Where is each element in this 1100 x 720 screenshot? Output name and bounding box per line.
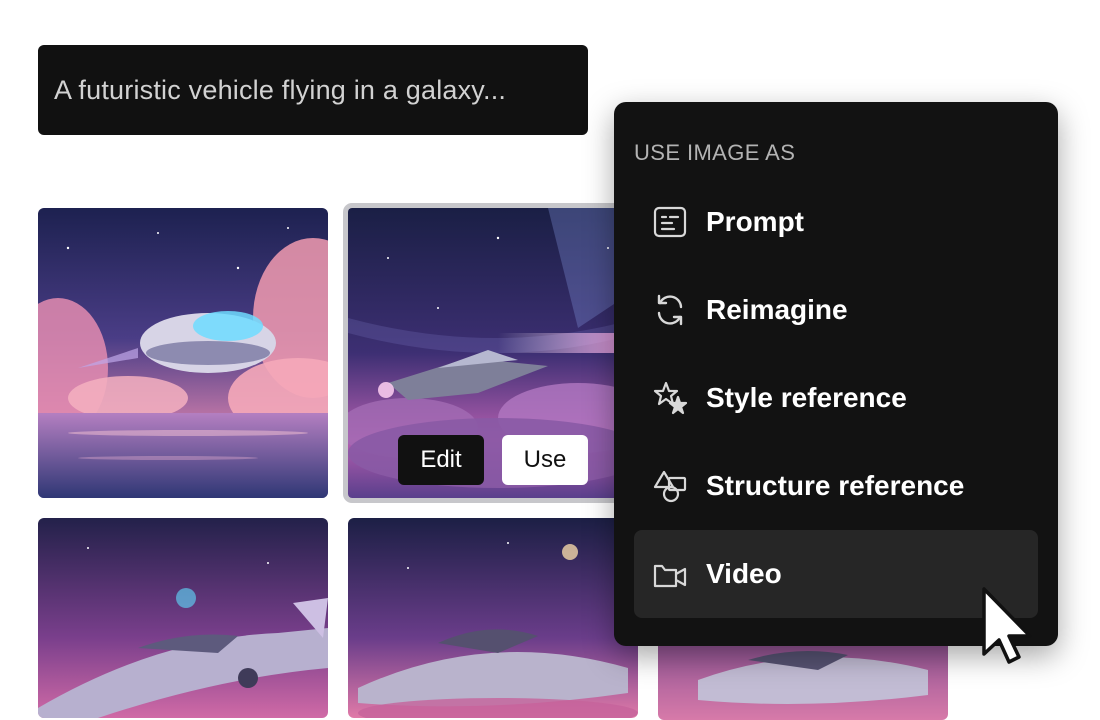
prompt-text: A futuristic vehicle flying in a galaxy.…: [54, 74, 507, 105]
menu-item-reimagine[interactable]: Reimagine: [634, 266, 1038, 354]
generated-image-1: [38, 208, 328, 498]
image-tile-4[interactable]: [348, 518, 638, 718]
menu-item-label: Prompt: [706, 206, 804, 237]
menu-item-label: Reimagine: [706, 294, 848, 325]
prompt-input[interactable]: A futuristic vehicle flying in a galaxy.…: [38, 45, 588, 135]
menu-item-structure-reference[interactable]: Structure reference: [634, 442, 1038, 530]
menu-item-label: Style reference: [706, 382, 907, 413]
use-button[interactable]: Use: [502, 435, 588, 485]
image-tile-1[interactable]: [38, 208, 328, 498]
menu-item-label: Video: [706, 558, 782, 589]
generated-image-4: [348, 518, 638, 718]
mouse-pointer-icon: [982, 587, 1032, 664]
prompt-icon: [652, 204, 688, 240]
generated-image-3: [38, 518, 328, 718]
image-tile-3[interactable]: [38, 518, 328, 718]
image-tile-selected[interactable]: Edit Use: [343, 203, 643, 503]
reimagine-icon: [652, 292, 688, 328]
use-image-as-menu: USE IMAGE AS Prompt Reimagine Style refe…: [614, 102, 1058, 646]
menu-item-video[interactable]: Video: [634, 530, 1038, 618]
menu-heading: USE IMAGE AS: [634, 140, 796, 165]
structure-reference-icon: [652, 468, 688, 504]
style-reference-icon: [652, 380, 688, 416]
menu-item-prompt[interactable]: Prompt: [634, 178, 1038, 266]
video-icon: [652, 556, 688, 592]
edit-button[interactable]: Edit: [398, 435, 484, 485]
menu-item-label: Structure reference: [706, 470, 965, 501]
menu-item-style-reference[interactable]: Style reference: [634, 354, 1038, 442]
generated-image-2: [348, 208, 638, 498]
